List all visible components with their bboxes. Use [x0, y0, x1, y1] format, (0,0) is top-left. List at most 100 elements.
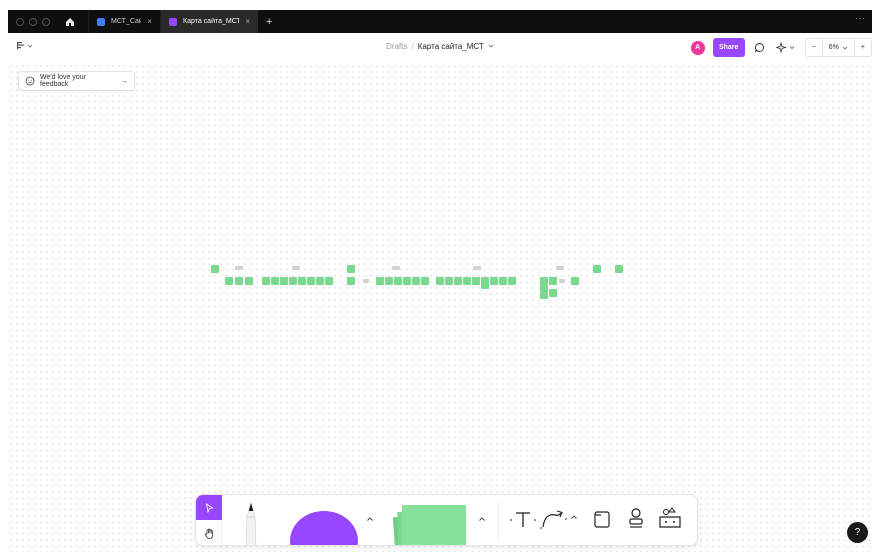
circle-shape-icon — [290, 511, 358, 545]
window-tab-bar: МСТ_Сайт × Карта сайта_МСТ × + ··· — [8, 10, 872, 33]
sticky-note[interactable] — [225, 277, 233, 285]
chevron-up-icon[interactable] — [570, 513, 578, 521]
breadcrumb-drafts[interactable]: Drafts — [386, 42, 407, 51]
label-placeholder — [556, 266, 564, 270]
section-tool[interactable] — [593, 509, 611, 529]
tab-label: Карта сайта_МСТ — [183, 18, 240, 25]
window-controls[interactable] — [16, 17, 50, 26]
sticky-note[interactable] — [245, 277, 253, 285]
label-placeholder — [559, 279, 565, 283]
new-tab-button[interactable]: + — [266, 16, 272, 28]
sticky-note[interactable] — [499, 277, 507, 285]
sticky-note[interactable] — [508, 277, 516, 285]
sticky-note[interactable] — [540, 291, 548, 299]
label-placeholder — [363, 279, 369, 283]
marker-tool[interactable] — [236, 501, 266, 545]
feedback-button[interactable]: We'd love your feedback → — [18, 71, 135, 91]
sticky-note[interactable] — [298, 277, 306, 285]
sticky-note[interactable] — [376, 277, 384, 285]
tab-label: МСТ_Сайт — [111, 18, 142, 25]
breadcrumb-separator: / — [411, 42, 414, 51]
minimize-window-button[interactable] — [29, 17, 37, 26]
comment-icon[interactable] — [753, 41, 767, 55]
figma-file-icon — [97, 17, 105, 26]
sticky-note[interactable] — [490, 277, 498, 285]
label-placeholder — [292, 266, 300, 270]
sticky-note[interactable] — [540, 277, 548, 285]
sticky-note-tool[interactable] — [392, 503, 472, 545]
chevron-up-icon[interactable] — [366, 515, 374, 523]
section-frame-icon — [594, 511, 610, 528]
sticky-note[interactable] — [454, 277, 462, 285]
label-placeholder — [473, 266, 481, 270]
close-window-button[interactable] — [16, 17, 24, 26]
sticky-note[interactable] — [347, 277, 355, 285]
label-placeholder — [235, 266, 243, 270]
sticky-note[interactable] — [385, 277, 393, 285]
sticky-note[interactable] — [235, 277, 243, 285]
sparkle-ai-icon[interactable] — [775, 41, 797, 55]
sticky-note[interactable] — [316, 277, 324, 285]
zoom-in-button[interactable]: + — [855, 39, 871, 56]
sticky-note[interactable] — [412, 277, 420, 285]
toolbar-right: A Share − 6% + — [690, 38, 872, 57]
tab-mst-site[interactable]: МСТ_Сайт × — [88, 10, 160, 33]
help-button[interactable]: ? — [847, 522, 868, 543]
text-tool[interactable] — [508, 509, 538, 531]
avatar[interactable]: A — [690, 40, 705, 55]
cursor-icon — [205, 502, 214, 513]
sticky-note[interactable] — [571, 277, 579, 285]
chevron-down-icon — [842, 46, 848, 50]
sticky-note[interactable] — [436, 277, 444, 285]
sticky-note[interactable] — [481, 281, 489, 289]
more-tools-icon — [659, 507, 681, 528]
sticky-note[interactable] — [445, 277, 453, 285]
sticky-note[interactable] — [289, 277, 297, 285]
tab-site-map[interactable]: Карта сайта_МСТ × — [160, 10, 258, 33]
sticky-note-icon — [392, 505, 466, 545]
pointer-tools — [196, 495, 222, 545]
more-icon[interactable]: ··· — [855, 14, 866, 23]
connector-tool[interactable] — [539, 507, 569, 533]
maximize-window-button[interactable] — [42, 17, 50, 26]
zoom-level-dropdown[interactable]: 6% — [823, 39, 855, 56]
sticky-note[interactable] — [421, 277, 429, 285]
sticky-note[interactable] — [280, 277, 288, 285]
shape-tool[interactable] — [289, 505, 359, 545]
figjam-file-icon — [169, 17, 177, 26]
close-tab-icon[interactable]: × — [147, 17, 152, 26]
sticky-note[interactable] — [463, 277, 471, 285]
sticky-note[interactable] — [394, 277, 402, 285]
marker-icon — [245, 501, 257, 545]
sticky-note[interactable] — [403, 277, 411, 285]
hand-icon — [204, 528, 213, 539]
sticky-note[interactable] — [593, 265, 601, 273]
move-tool[interactable] — [196, 495, 222, 520]
sticky-note[interactable] — [549, 277, 557, 285]
sticky-note[interactable] — [472, 277, 480, 285]
sticky-note[interactable] — [307, 277, 315, 285]
sticky-note[interactable] — [347, 265, 355, 273]
label-placeholder — [392, 266, 400, 270]
file-name[interactable]: Карта сайта_МСТ — [418, 42, 484, 51]
sticky-note[interactable] — [549, 289, 557, 297]
more-tools[interactable] — [658, 505, 682, 531]
chevron-up-icon[interactable] — [478, 515, 486, 523]
connector-arrow-icon — [540, 510, 567, 529]
figjam-canvas[interactable]: We'd love your feedback → — [8, 63, 872, 552]
feedback-label: We'd love your feedback — [39, 74, 86, 88]
arrow-right-icon: → — [121, 77, 128, 85]
hand-tool[interactable] — [196, 521, 222, 545]
share-button[interactable]: Share — [712, 38, 745, 57]
sticky-note[interactable] — [262, 277, 270, 285]
top-toolbar: Drafts / Карта сайта_МСТ A Share − 6% + — [8, 33, 872, 63]
sticky-note[interactable] — [325, 277, 333, 285]
sticky-note[interactable] — [615, 265, 623, 273]
close-tab-icon[interactable]: × — [245, 17, 250, 26]
chevron-down-icon[interactable] — [488, 43, 494, 49]
home-icon[interactable] — [64, 16, 76, 28]
zoom-out-button[interactable]: − — [806, 39, 823, 56]
stamp-tool[interactable] — [627, 507, 645, 531]
sticky-note[interactable] — [211, 265, 219, 273]
sticky-note[interactable] — [271, 277, 279, 285]
